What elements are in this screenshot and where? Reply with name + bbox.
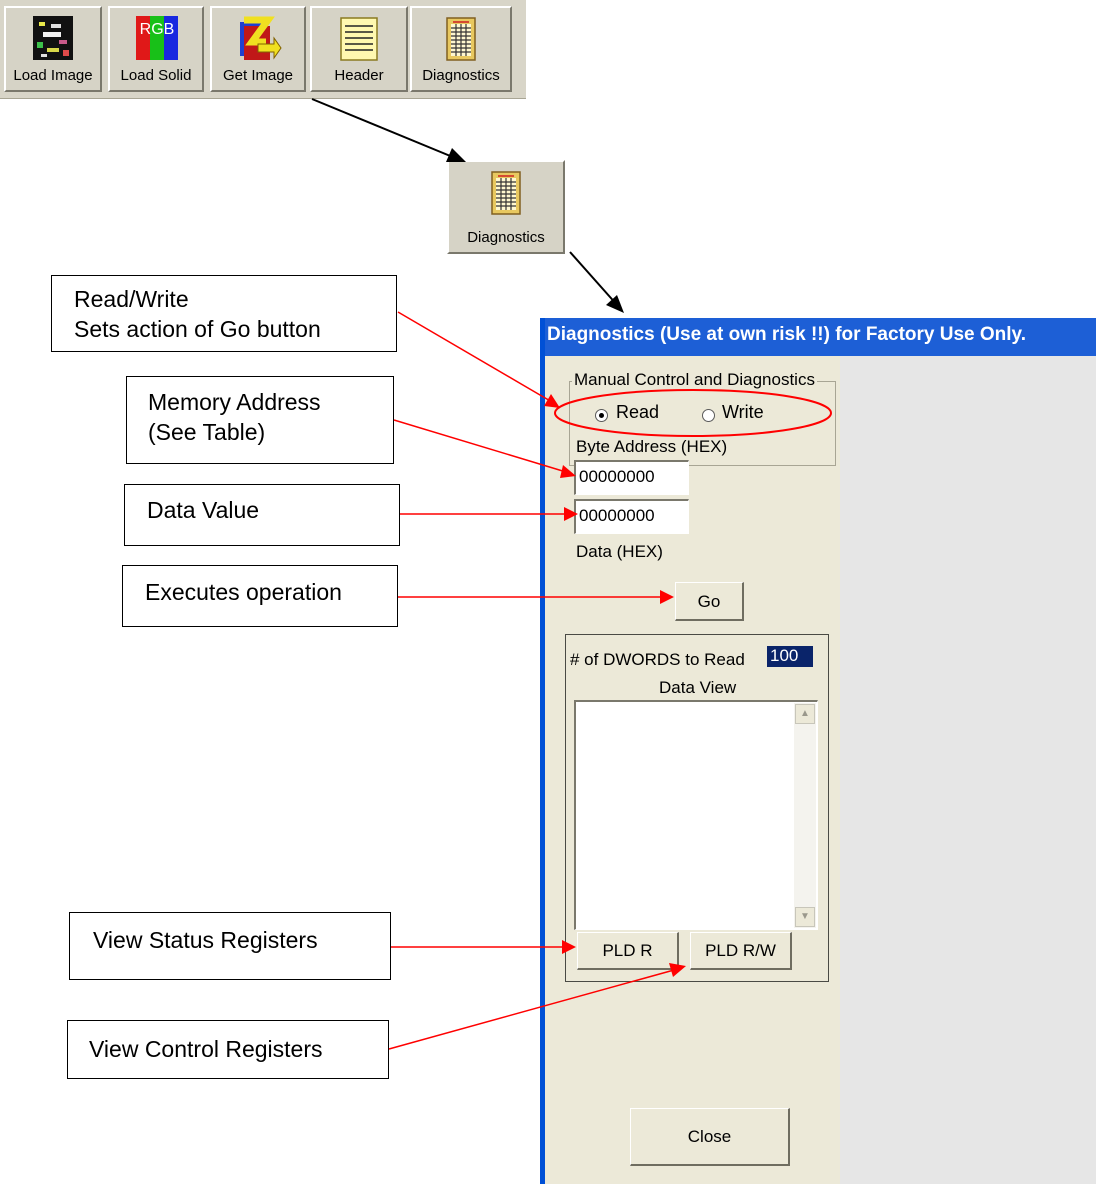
flow-arrow-to-zoomed <box>311 98 466 162</box>
callout-data-value: Data Value <box>124 484 400 546</box>
write-radio-label[interactable]: Write <box>722 402 764 423</box>
scroll-up-icon[interactable]: ▲ <box>795 704 815 724</box>
diagnostics-toolbar-button[interactable]: Diagnostics <box>410 6 512 92</box>
manual-control-legend: Manual Control and Diagnostics <box>572 370 817 390</box>
load-image-icon <box>29 14 77 66</box>
callout-status-registers: View Status Registers <box>69 912 391 980</box>
rgb-icon: RGB <box>132 14 180 66</box>
callout-read-write-line1: Read/Write <box>74 286 189 312</box>
dialog-panel: Manual Control and Diagnostics Read Writ… <box>545 356 840 1184</box>
load-solid-label: Load Solid <box>120 67 192 84</box>
callout-control-text: View Control Registers <box>89 1036 323 1062</box>
arrow-read-write <box>397 311 560 408</box>
dialog-title: Diagnostics (Use at own risk !!) for Fac… <box>547 324 1026 345</box>
flow-arrow-to-dialog <box>569 251 624 313</box>
read-radio-label[interactable]: Read <box>616 402 659 423</box>
dwords-label: # of DWORDS to Read <box>570 650 745 669</box>
write-radio[interactable] <box>702 409 715 422</box>
get-image-button[interactable]: Get Image <box>210 6 306 92</box>
byte-address-label: Byte Address (HEX) <box>576 437 728 456</box>
callout-read-write: Read/Write Sets action of Go button <box>51 275 397 352</box>
data-view-label: Data View <box>659 678 737 697</box>
get-image-label: Get Image <box>222 67 294 84</box>
pld-rw-button[interactable]: PLD R/W <box>690 932 792 970</box>
get-image-icon <box>234 14 282 66</box>
data-hex-label: Data (HEX) <box>576 542 663 561</box>
callout-data-value-text: Data Value <box>147 497 260 523</box>
load-image-button[interactable]: Load Image <box>4 6 102 92</box>
rgb-icon-text: RGB <box>140 21 175 38</box>
diagnostics-button-zoomed[interactable]: Diagnostics <box>447 160 565 254</box>
callout-read-write-line2: Sets action of Go button <box>74 316 321 342</box>
header-label: Header <box>334 67 384 84</box>
diagnostics-icon <box>482 168 530 220</box>
pld-r-button[interactable]: PLD R <box>577 932 679 970</box>
diagnostics-zoomed-label: Diagnostics <box>467 229 545 246</box>
callout-memory-address-line1: Memory Address <box>148 389 321 415</box>
header-button[interactable]: Header <box>310 6 408 92</box>
diagnostics-dialog: Diagnostics (Use at own risk !!) for Fac… <box>540 318 1096 1184</box>
byte-address-input[interactable]: 00000000 <box>574 460 689 495</box>
diagnostics-toolbar-label: Diagnostics <box>422 67 500 84</box>
dialog-title-bar[interactable]: Diagnostics (Use at own risk !!) for Fac… <box>545 318 1096 356</box>
data-view-list[interactable]: ▲ ▼ <box>574 700 818 930</box>
go-button[interactable]: Go <box>675 582 744 621</box>
close-button[interactable]: Close <box>630 1108 790 1166</box>
header-icon <box>335 14 383 66</box>
callout-memory-address: Memory Address (See Table) <box>126 376 394 464</box>
callout-executes-text: Executes operation <box>145 579 342 605</box>
scroll-down-icon[interactable]: ▼ <box>795 907 815 927</box>
toolbar: Load Image RGB Load Solid Get Image Head… <box>0 0 526 99</box>
load-image-label: Load Image <box>13 67 93 84</box>
read-radio[interactable] <box>595 409 608 422</box>
dwords-input[interactable]: 100 <box>767 646 813 667</box>
data-view-scrollbar[interactable]: ▲ ▼ <box>794 703 816 928</box>
load-solid-button[interactable]: RGB Load Solid <box>108 6 204 92</box>
callout-executes-operation: Executes operation <box>122 565 398 627</box>
callout-control-registers: View Control Registers <box>67 1020 389 1079</box>
data-input[interactable]: 00000000 <box>574 499 689 534</box>
callout-status-text: View Status Registers <box>93 927 318 953</box>
diagnostics-icon <box>437 14 485 66</box>
callout-memory-address-line2: (See Table) <box>148 419 266 445</box>
